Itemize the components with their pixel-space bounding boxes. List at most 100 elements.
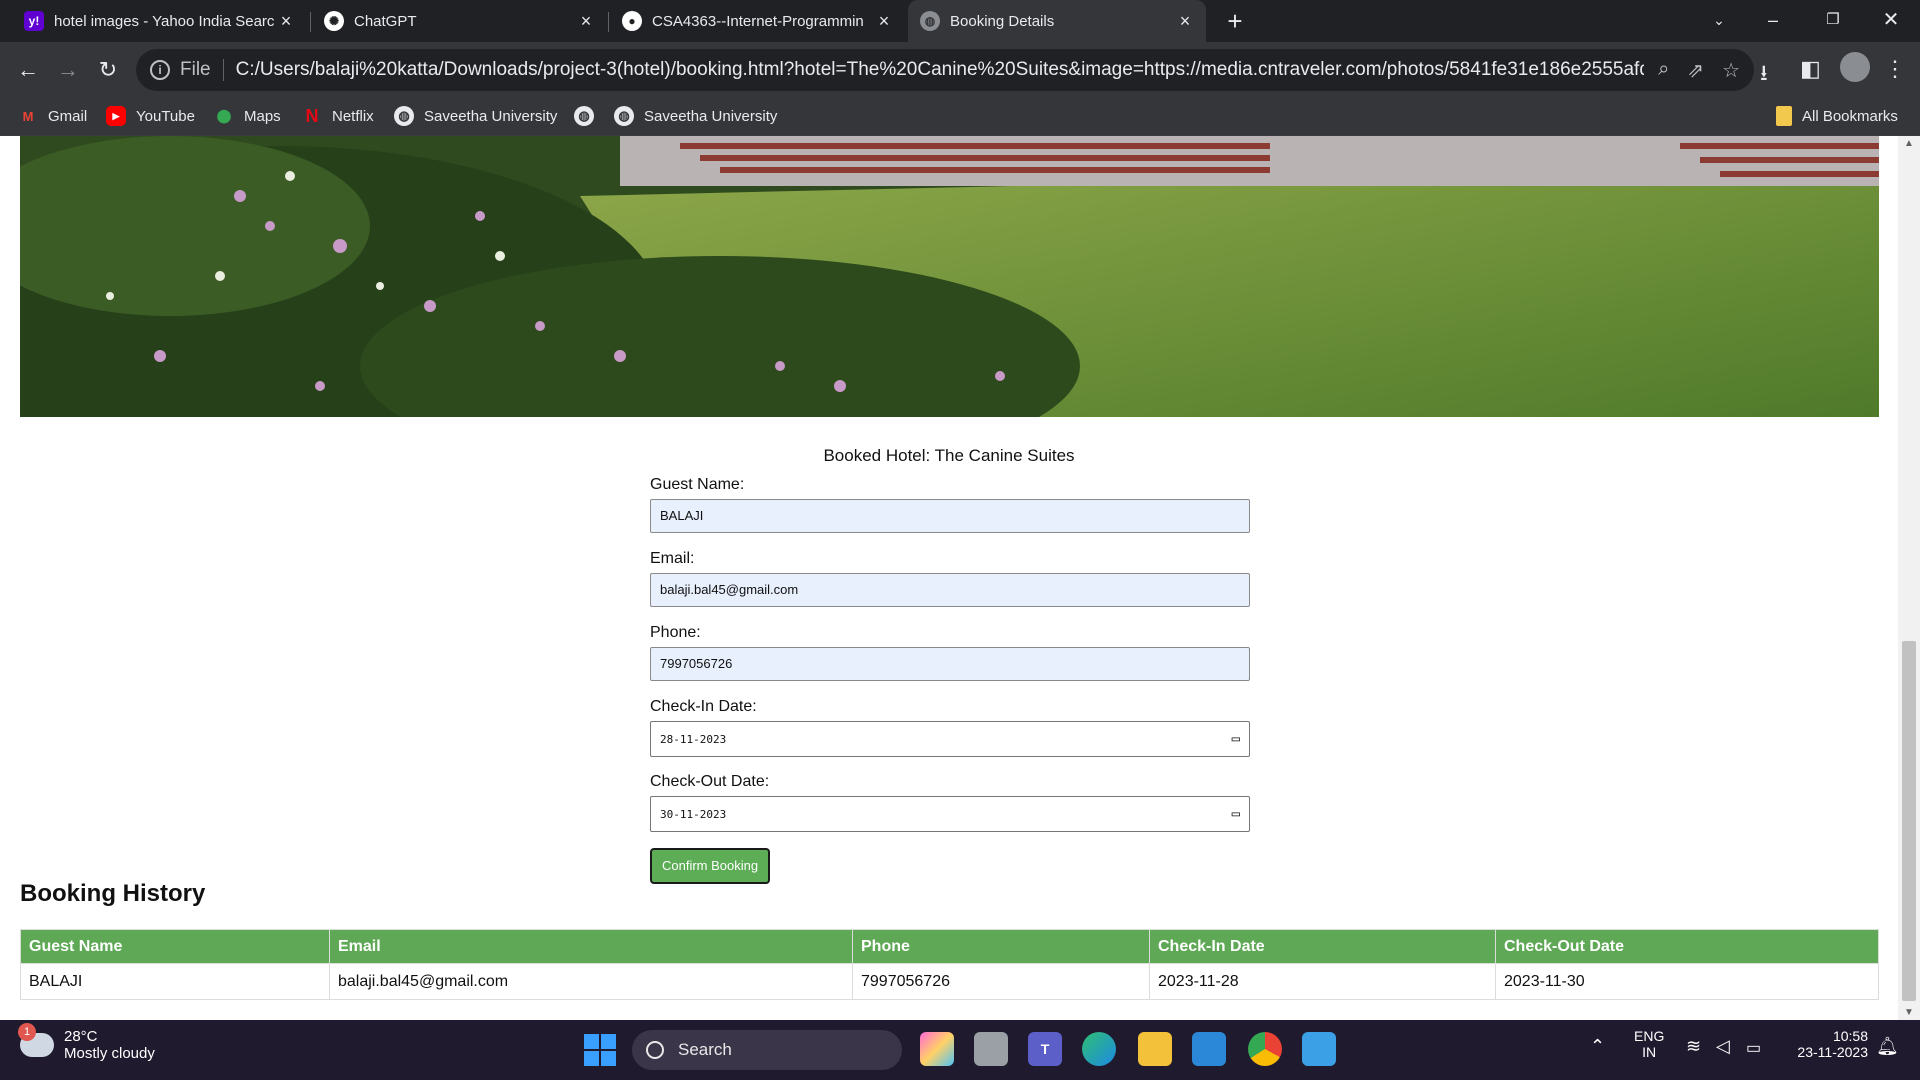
checkout-date-field[interactable]: 30-11-2023 ▭ [650,796,1250,832]
tab-title: Booking Details [950,12,1055,30]
bookmark-saveetha-1[interactable]: ◍ Saveetha University [394,106,557,126]
table-cell: 2023-11-28 [1149,963,1496,1000]
tab-title: hotel images - Yahoo India Searc [54,12,275,30]
tab-booking-details[interactable]: ◍ Booking Details × [908,0,1206,42]
booking-history-title: Booking History [20,880,206,907]
task-view-icon[interactable] [974,1032,1008,1066]
calendar-icon[interactable]: ▭ [1232,806,1240,822]
start-button[interactable] [584,1034,616,1066]
taskbar-search[interactable]: Search [632,1030,902,1070]
new-tab-button[interactable]: + [1220,6,1250,36]
youtube-icon: ▶ [106,106,126,126]
phone-field[interactable]: 7997056726 [650,647,1250,681]
guest-name-field[interactable]: BALAJI [650,499,1250,533]
bookmark-netflix[interactable]: N Netflix [302,106,374,126]
maps-icon: ⬤ [216,108,232,123]
clock[interactable]: 10:58 23-11-2023 [1788,1028,1868,1060]
address-url[interactable]: C:/Users/balaji%20katta/Downloads/projec… [236,59,1644,81]
scroll-up-arrow[interactable]: ▲ [1898,138,1920,149]
bookmark-youtube[interactable]: ▶ YouTube [106,106,195,126]
tab-yahoo-search[interactable]: y! hotel images - Yahoo India Searc × [12,0,307,42]
teams-icon[interactable]: T [1028,1032,1062,1066]
battery-icon[interactable]: ▭ [1746,1038,1761,1058]
edge-icon[interactable] [1082,1032,1116,1066]
notification-badge: 1 [18,1023,36,1041]
restore-button[interactable]: ❐ [1810,0,1856,42]
folder-icon [1776,106,1792,126]
bookmark-gmail[interactable]: M Gmail [18,106,88,126]
reload-button[interactable]: ↻ [92,54,124,86]
notification-bell-icon[interactable]: 🔔︎ [1876,1036,1899,1057]
phone-label: Phone: [650,624,701,641]
address-divider [222,59,224,81]
minimize-button[interactable]: – [1750,0,1796,42]
language-bottom: IN [1642,1044,1657,1060]
tab-divider [310,12,311,32]
bookmark-saveetha-2[interactable]: ◍ Saveetha University [614,106,777,126]
notepad-icon[interactable] [1302,1032,1336,1066]
microsoft-store-icon[interactable] [1192,1032,1226,1066]
volume-icon[interactable]: ◁ [1716,1036,1730,1057]
address-bar[interactable]: i File C:/Users/balaji%20katta/Downloads… [136,49,1754,91]
close-tab-icon[interactable]: × [1176,11,1194,32]
side-panel-icon[interactable]: ◧ [1800,56,1821,82]
menu-kebab-icon[interactable]: ⋮ [1884,56,1906,82]
checkin-date-field[interactable]: 28-11-2023 ▭ [650,721,1250,757]
bookmark-label: Maps [244,107,281,125]
close-tab-icon[interactable]: × [277,11,295,32]
checkout-date-value: 30-11-2023 [660,807,727,821]
wifi-icon[interactable]: ≋ [1686,1036,1701,1057]
email-field[interactable]: balaji.bal45@gmail.com [650,573,1250,607]
checkin-label: Check-In Date: [650,698,757,715]
bookmark-maps[interactable]: ⬤ Maps [214,106,281,126]
confirm-booking-button[interactable]: Confirm Booking [650,848,771,884]
globe-icon: ◍ [614,106,634,126]
tab-title: CSA4363--Internet-Programmin [652,12,864,30]
close-tab-icon[interactable]: × [577,11,595,32]
bookmark-star-icon[interactable]: ☆ [1722,58,1740,83]
info-icon[interactable]: i [150,60,170,80]
booking-form: Guest Name: BALAJI Email: balaji.bal45@g… [650,476,1250,884]
copilot-icon[interactable] [920,1032,954,1066]
close-tab-icon[interactable]: × [875,11,893,32]
all-bookmarks[interactable]: All Bookmarks [1776,106,1898,126]
bookmark-label: Gmail [48,107,88,125]
back-button[interactable]: ← [12,54,44,86]
close-window-button[interactable]: ✕ [1868,0,1914,42]
chrome-icon[interactable] [1248,1032,1282,1066]
windows-logo-pane [584,1034,599,1049]
scroll-down-arrow[interactable]: ▼ [1898,1007,1920,1018]
tab-search-icon[interactable]: ⌄ [1696,0,1742,42]
table-row: BALAJI balaji.bal45@gmail.com 7997056726… [20,963,1879,1000]
language-indicator[interactable]: ENG IN [1634,1028,1664,1060]
weather-widget[interactable]: 1 28°C Mostly cloudy [18,1023,155,1062]
scroll-thumb[interactable] [1902,641,1916,1001]
page-scrollbar[interactable]: ▲ ▼ [1898,136,1920,1020]
column-header: Check-In Date [1149,929,1496,964]
browser-toolbar: ← → ↻ i File C:/Users/balaji%20katta/Dow… [0,42,1920,98]
zoom-icon[interactable]: ⌕ [1658,58,1669,83]
globe-icon: ◍ [920,11,940,31]
tab-chatgpt[interactable]: ✺ ChatGPT × [312,0,607,42]
cloud-icon: 1 [18,1023,54,1057]
clock-time: 10:58 [1832,1028,1868,1044]
bookmarks-bar: M Gmail ▶ YouTube ⬤ Maps N Netflix ◍ Sav… [0,98,1920,136]
share-icon[interactable]: ⇗ [1687,58,1704,83]
column-header: Phone [852,929,1150,964]
bookmark-globe[interactable]: ◍ [574,106,604,126]
download-icon[interactable]: ⭳ [1760,56,1768,94]
search-label: Search [678,1040,732,1059]
file-explorer-icon[interactable] [1138,1032,1172,1066]
forward-button[interactable]: → [52,54,84,86]
profile-avatar[interactable] [1840,52,1870,82]
github-icon: ● [622,11,642,31]
tab-github[interactable]: ● CSA4363--Internet-Programmin × [610,0,905,42]
bookmark-label: Saveetha University [644,107,778,125]
windows-logo-pane [601,1034,616,1049]
booking-history-table: Guest Name Email Phone Check-In Date Che… [20,929,1879,1000]
calendar-icon[interactable]: ▭ [1232,731,1240,747]
column-header: Check-Out Date [1495,929,1879,964]
guest-name-label: Guest Name: [650,476,745,493]
chevron-up-icon[interactable]: ⌃ [1590,1036,1605,1057]
checkin-date-value: 28-11-2023 [660,732,727,746]
